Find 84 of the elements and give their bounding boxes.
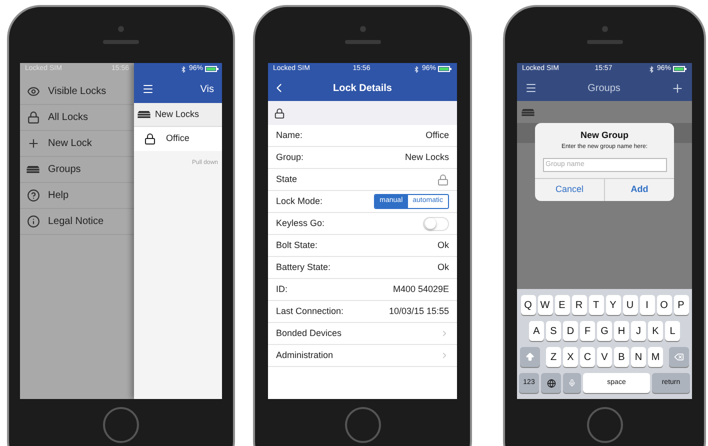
- keyboard-key[interactable]: H: [614, 321, 629, 341]
- padlock-icon: [437, 174, 449, 186]
- microphone-icon: [568, 379, 576, 387]
- padlock-icon: [144, 133, 156, 145]
- battery-icon: [205, 66, 219, 72]
- keyboard-key[interactable]: C: [580, 347, 595, 367]
- backspace-key[interactable]: [669, 347, 689, 367]
- row-label: State: [276, 172, 298, 186]
- detail-link-row[interactable]: Bonded Devices: [268, 323, 457, 345]
- battery-icon: [672, 66, 687, 72]
- keyboard-key[interactable]: W: [538, 295, 552, 315]
- keyboard-key[interactable]: O: [656, 295, 672, 315]
- keyboard-key[interactable]: Q: [520, 295, 536, 315]
- keyboard-key[interactable]: I: [640, 295, 654, 315]
- keyboard-key[interactable]: G: [597, 321, 612, 341]
- bluetooth-icon: [180, 66, 187, 72]
- row-value: Ok: [437, 238, 449, 252]
- home-button[interactable]: [103, 407, 139, 443]
- keyboard-key[interactable]: P: [674, 295, 688, 315]
- keyboard-key[interactable]: F: [580, 321, 595, 341]
- backspace-icon: [674, 352, 684, 362]
- bluetooth-icon: [648, 66, 655, 72]
- menu-icon[interactable]: [525, 82, 537, 94]
- keyboard-key[interactable]: V: [597, 347, 612, 367]
- screen-title: Vis: [200, 82, 214, 96]
- keyboard-key[interactable]: S: [546, 321, 561, 341]
- row-value: Office: [426, 128, 449, 142]
- keyboard-key[interactable]: R: [572, 295, 586, 315]
- shift-key[interactable]: [520, 347, 540, 367]
- dialog-button[interactable]: Add: [604, 178, 674, 200]
- row-label: Battery State:: [276, 260, 331, 274]
- info-icon: [26, 215, 40, 228]
- eye-icon: [26, 85, 40, 98]
- help-icon: [26, 189, 40, 202]
- stack-icon: [521, 108, 535, 116]
- row-label: Name:: [276, 128, 303, 142]
- row-value: 10/03/15 15:55: [388, 304, 449, 318]
- keyboard-key[interactable]: U: [622, 295, 638, 315]
- row-label: Last Connection:: [276, 304, 344, 318]
- menu-icon[interactable]: [142, 83, 154, 95]
- plus-icon: [26, 137, 40, 150]
- detail-link-row[interactable]: Administration: [268, 345, 457, 367]
- row-value: M400 54029E: [392, 282, 449, 296]
- row-value: Ok: [437, 260, 449, 274]
- row-label: Keyless Go:: [276, 216, 325, 230]
- plus-icon[interactable]: [670, 82, 684, 94]
- row-label: Group:: [276, 150, 304, 164]
- keyboard-key[interactable]: K: [648, 321, 663, 341]
- keyboard-key[interactable]: T: [588, 295, 604, 315]
- home-button[interactable]: [344, 407, 380, 443]
- nav-bar: Lock Details: [268, 75, 457, 101]
- keyboard-key[interactable]: L: [665, 321, 680, 341]
- keyboard-key[interactable]: J: [631, 321, 646, 341]
- keyboard-key[interactable]: M: [648, 347, 663, 367]
- keyboard-key[interactable]: X: [563, 347, 578, 367]
- battery-icon: [438, 66, 452, 72]
- keyboard-key[interactable]: B: [614, 347, 629, 367]
- padlock-icon: [26, 111, 40, 124]
- nav-bar: Groups: [517, 75, 692, 101]
- keyboard-key[interactable]: Z: [546, 347, 561, 367]
- keyboard-key[interactable]: N: [631, 347, 646, 367]
- dialog-button[interactable]: Cancel: [535, 178, 604, 200]
- keyboard-key[interactable]: D: [563, 321, 578, 341]
- row-label: ID:: [276, 282, 288, 296]
- stack-icon: [137, 110, 151, 119]
- padlock-icon: [274, 108, 285, 118]
- keyboard-key[interactable]: E: [554, 295, 570, 315]
- keyboard-key[interactable]: Y: [606, 295, 620, 315]
- row-label: Lock Mode:: [276, 194, 323, 208]
- bluetooth-icon: [412, 66, 420, 72]
- stack-icon: [26, 165, 40, 174]
- shift-arrow-icon: [525, 352, 535, 362]
- toggle-switch[interactable]: [423, 216, 449, 230]
- chevron-right-icon: [440, 329, 449, 338]
- group-header: New Locks: [134, 103, 222, 127]
- home-button[interactable]: [586, 407, 622, 443]
- globe-key[interactable]: [541, 373, 561, 393]
- globe-icon: [546, 378, 556, 388]
- row-value: New Locks: [404, 150, 449, 164]
- dialog-title: New Group: [580, 129, 628, 142]
- keyboard-key[interactable]: A: [529, 321, 544, 341]
- lock-list-item[interactable]: Office: [134, 127, 222, 151]
- chevron-right-icon: [440, 351, 449, 360]
- row-label: Bolt State:: [276, 238, 318, 252]
